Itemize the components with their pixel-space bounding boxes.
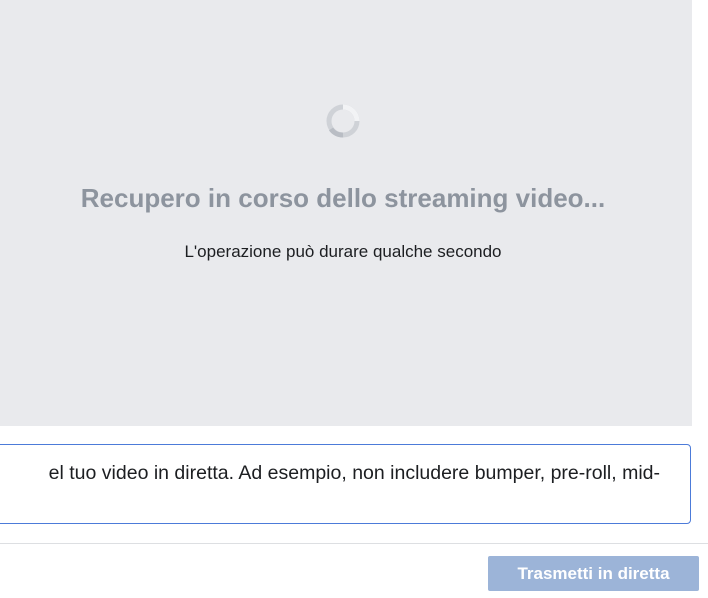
loading-spinner-icon <box>326 104 360 138</box>
loading-title: Recupero in corso dello streaming video.… <box>80 183 606 213</box>
notice-textarea[interactable]: el tuo video in diretta. Ad esempio, non… <box>0 444 691 524</box>
live-stream-setup: Recupero in corso dello streaming video.… <box>0 0 708 598</box>
stream-preview-panel: Recupero in corso dello streaming video.… <box>0 0 692 426</box>
go-live-button[interactable]: Trasmetti in diretta <box>488 556 699 591</box>
footer-divider <box>0 543 708 544</box>
notice-text: el tuo video in diretta. Ad esempio, non… <box>48 462 660 484</box>
loading-subtitle: L'operazione può durare qualche secondo <box>184 242 502 261</box>
